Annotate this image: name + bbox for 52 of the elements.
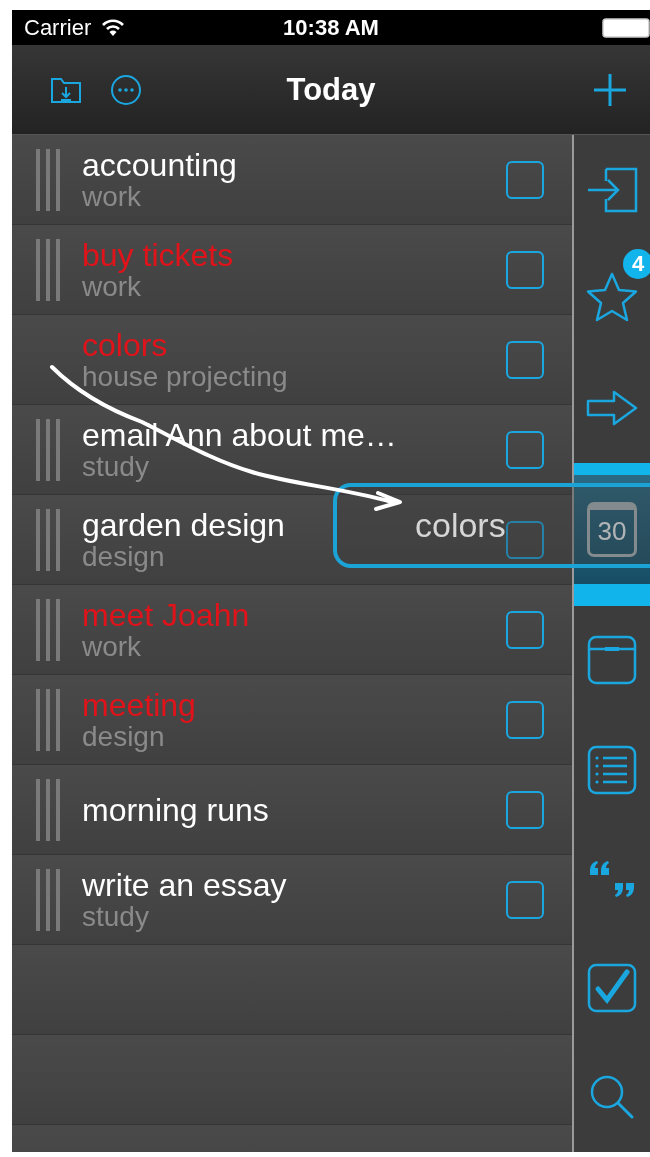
folder-download-icon[interactable]: [50, 75, 82, 104]
drag-handle-icon[interactable]: [36, 509, 62, 571]
task-checkbox[interactable]: [506, 161, 544, 199]
drag-handle-icon[interactable]: [36, 869, 62, 931]
battery-icon: [602, 16, 650, 39]
task-category: study: [82, 453, 149, 481]
task-category: study: [82, 903, 149, 931]
add-icon[interactable]: [592, 71, 628, 108]
count-badge: 4: [623, 248, 650, 279]
clock-time: 10:38 AM: [282, 14, 380, 41]
task-title: morning runs: [82, 794, 269, 826]
sign-in-icon: [586, 166, 638, 213]
task-checkbox[interactable]: [506, 881, 544, 919]
drag-handle-icon[interactable]: [36, 239, 62, 301]
wifi-icon: [101, 18, 126, 37]
task-title: meeting: [82, 689, 196, 721]
task-title: write an essay: [82, 869, 287, 901]
task-title: meet Joahn: [82, 599, 250, 631]
right-arrow-icon: [586, 390, 638, 427]
drag-handle-icon[interactable]: [36, 779, 62, 841]
task-category: work: [82, 273, 142, 301]
task-title: accounting: [82, 149, 237, 181]
task-title: garden design: [82, 509, 285, 541]
sidebar-tab[interactable]: 4: [574, 244, 650, 354]
task-checkbox[interactable]: [506, 791, 544, 829]
task-category: design: [82, 543, 165, 571]
task-title: buy tickets: [82, 239, 234, 271]
drag-handle-icon[interactable]: [36, 599, 62, 661]
screen-title: Today: [285, 71, 377, 108]
selected-sidebar-tab[interactable]: 30: [574, 462, 650, 606]
archive-box-icon: [587, 635, 637, 686]
star-icon: [585, 270, 639, 323]
drag-handle-icon[interactable]: [36, 419, 62, 481]
task-checkbox[interactable]: [506, 611, 544, 649]
task-checkbox[interactable]: [506, 701, 544, 739]
more-icon[interactable]: [110, 73, 142, 106]
list-icon: [587, 744, 637, 795]
drag-handle-icon[interactable]: [36, 689, 62, 751]
task-checkbox[interactable]: [506, 341, 544, 379]
task-title: colors: [82, 329, 168, 361]
task-category: work: [82, 183, 142, 211]
task-checkbox[interactable]: [506, 251, 544, 289]
task-category: work: [82, 633, 142, 661]
drag-handle-icon[interactable]: [36, 149, 62, 211]
calendar-icon: 30: [587, 501, 637, 557]
carrier-label: Carrier: [24, 14, 92, 41]
task-category: house projecting: [82, 363, 288, 391]
task-category: design: [82, 723, 165, 751]
checkbox-icon: [587, 963, 637, 1014]
search-icon: [589, 1074, 635, 1121]
task-checkbox[interactable]: [506, 521, 544, 559]
task-checkbox[interactable]: [506, 431, 544, 469]
